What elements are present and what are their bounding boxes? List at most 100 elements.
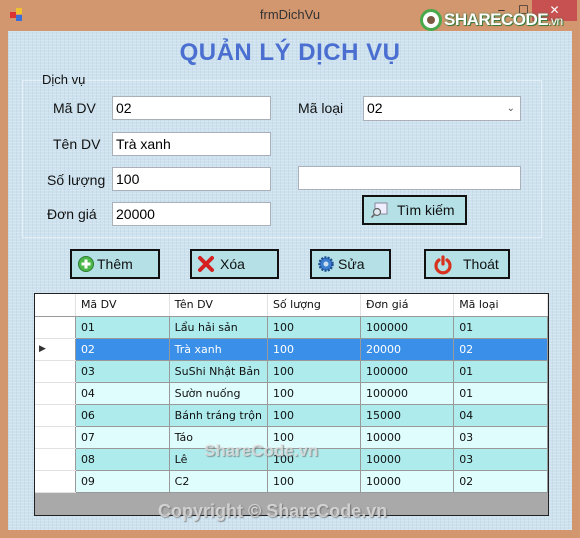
table-cell[interactable]: 01 <box>453 360 548 383</box>
table-cell[interactable]: 08 <box>75 448 170 471</box>
edit-button[interactable]: Sửa <box>310 249 391 279</box>
search-button[interactable]: Tìm kiếm <box>362 195 467 225</box>
row-header[interactable] <box>35 426 76 449</box>
table-cell[interactable]: Trà xanh <box>169 338 268 361</box>
table-row[interactable]: 01 Lẩu hải sản 100 100000 01 <box>35 316 548 339</box>
header-row: Mã DV Tên DV Số lượng Đơn giá Mã loại <box>35 294 548 317</box>
table-cell[interactable]: 03 <box>75 360 170 383</box>
table-cell[interactable]: 15000 <box>360 404 455 427</box>
table-cell[interactable]: 100000 <box>360 316 455 339</box>
table-cell[interactable]: 02 <box>453 470 548 493</box>
search-input[interactable] <box>298 166 521 190</box>
table-cell[interactable]: 07 <box>75 426 170 449</box>
edit-button-label: Sửa <box>338 256 365 272</box>
plus-icon <box>77 255 95 273</box>
table-cell[interactable]: 03 <box>453 426 548 449</box>
table-cell[interactable]: 100 <box>267 426 361 449</box>
table-row[interactable]: 06 Bánh tráng trộn 100 15000 04 <box>35 404 548 427</box>
services-datagrid[interactable]: Mã DV Tên DV Số lượng Đơn giá Mã loại 01… <box>34 293 549 516</box>
column-header[interactable]: Số lượng <box>267 294 361 317</box>
table-cell[interactable]: 100 <box>267 404 361 427</box>
chevron-down-icon[interactable]: ⌄ <box>507 100 515 117</box>
table-cell[interactable]: 20000 <box>360 338 455 361</box>
row-header[interactable] <box>35 470 76 493</box>
row-header[interactable]: ▶ <box>35 338 76 361</box>
search-icon <box>370 201 388 219</box>
add-button-label: Thêm <box>97 256 133 272</box>
page-title: QUẢN LÝ DỊCH VỤ <box>179 39 401 66</box>
table-cell[interactable]: 09 <box>75 470 170 493</box>
groupbox-label: Dịch vụ <box>42 72 86 87</box>
row-header[interactable] <box>35 360 76 383</box>
app-window: frmDichVu ‒ ☐ ✕ SHARECODE.vn QUẢN LÝ DỊC… <box>0 0 580 538</box>
title-bar[interactable]: frmDichVu ‒ ☐ ✕ SHARECODE.vn <box>0 0 580 31</box>
table-cell[interactable]: 10000 <box>360 448 455 471</box>
table-row-selected[interactable]: ▶ 02 Trà xanh 100 20000 02 <box>35 338 548 361</box>
table-cell[interactable]: 100000 <box>360 382 455 405</box>
table-row[interactable]: 08 Lê 100 10000 03 <box>35 448 548 471</box>
ma-dv-label: Mã DV <box>53 100 96 116</box>
so-luong-label: Số lượng <box>47 172 106 188</box>
table-cell[interactable]: 100 <box>267 338 361 361</box>
table-cell[interactable]: SuShi Nhật Bản <box>169 360 268 383</box>
header-corner <box>35 294 76 317</box>
ma-loai-label: Mã loại <box>298 100 344 116</box>
table-cell[interactable]: 100000 <box>360 360 455 383</box>
table-cell[interactable]: 01 <box>75 316 170 339</box>
so-luong-input[interactable] <box>112 167 271 191</box>
table-cell[interactable]: 02 <box>453 338 548 361</box>
table-cell[interactable]: 100 <box>267 382 361 405</box>
row-header[interactable] <box>35 448 76 471</box>
row-header[interactable] <box>35 382 76 405</box>
table-cell[interactable]: Sườn nuống <box>169 382 268 405</box>
table-cell[interactable]: Bánh tráng trộn <box>169 404 268 427</box>
services-table: Mã DV Tên DV Số lượng Đơn giá Mã loại 01… <box>35 294 548 493</box>
add-button[interactable]: Thêm <box>70 249 160 279</box>
table-cell[interactable]: 100 <box>267 470 361 493</box>
don-gia-label: Đơn giá <box>47 206 97 222</box>
table-row[interactable]: 03 SuShi Nhật Bản 100 100000 01 <box>35 360 548 383</box>
ma-loai-combobox[interactable]: 02 ⌄ <box>363 96 521 121</box>
exit-button[interactable]: Thoát <box>424 249 510 279</box>
table-cell[interactable]: C2 <box>169 470 268 493</box>
table-cell[interactable]: 10000 <box>360 470 455 493</box>
current-row-arrow-icon: ▶ <box>39 344 46 354</box>
column-header[interactable]: Mã DV <box>75 294 170 317</box>
table-cell[interactable]: 02 <box>75 338 170 361</box>
delete-button[interactable]: Xóa <box>190 249 279 279</box>
logo-suffix: .vn <box>548 14 563 28</box>
column-header[interactable]: Đơn giá <box>360 294 455 317</box>
table-cell[interactable]: Táo <box>169 426 268 449</box>
table-row[interactable]: 07 Táo 100 10000 03 <box>35 426 548 449</box>
table-row[interactable]: 09 C2 100 10000 02 <box>35 470 548 493</box>
exit-button-label: Thoát <box>463 256 499 272</box>
table-row[interactable]: 04 Sườn nuống 100 100000 01 <box>35 382 548 405</box>
table-cell[interactable]: Lê <box>169 448 268 471</box>
sharecode-logo: SHARECODE.vn <box>420 8 563 32</box>
table-cell[interactable]: 100 <box>267 360 361 383</box>
row-header[interactable] <box>35 316 76 339</box>
table-cell[interactable]: 01 <box>453 382 548 405</box>
column-header[interactable]: Mã loại <box>453 294 548 317</box>
logo-text: SHARECODE <box>444 10 549 29</box>
power-icon <box>433 255 452 275</box>
ten-dv-input[interactable] <box>112 132 271 156</box>
table-cell[interactable]: Lẩu hải sản <box>169 316 268 339</box>
table-cell[interactable]: 03 <box>453 448 548 471</box>
table-cell[interactable]: 01 <box>453 316 548 339</box>
delete-button-label: Xóa <box>220 256 245 272</box>
table-cell[interactable]: 06 <box>75 404 170 427</box>
ma-dv-input[interactable] <box>112 96 271 120</box>
table-cell[interactable]: 100 <box>267 448 361 471</box>
table-cell[interactable]: 04 <box>453 404 548 427</box>
table-cell[interactable]: 10000 <box>360 426 455 449</box>
row-header[interactable] <box>35 404 76 427</box>
table-cell[interactable]: 04 <box>75 382 170 405</box>
column-header[interactable]: Tên DV <box>169 294 268 317</box>
search-button-label: Tìm kiếm <box>397 202 455 218</box>
table-cell[interactable]: 100 <box>267 316 361 339</box>
gear-icon <box>317 255 335 273</box>
x-delete-icon <box>197 255 215 273</box>
don-gia-input[interactable] <box>112 202 271 226</box>
sharecode-logo-icon <box>420 9 442 31</box>
